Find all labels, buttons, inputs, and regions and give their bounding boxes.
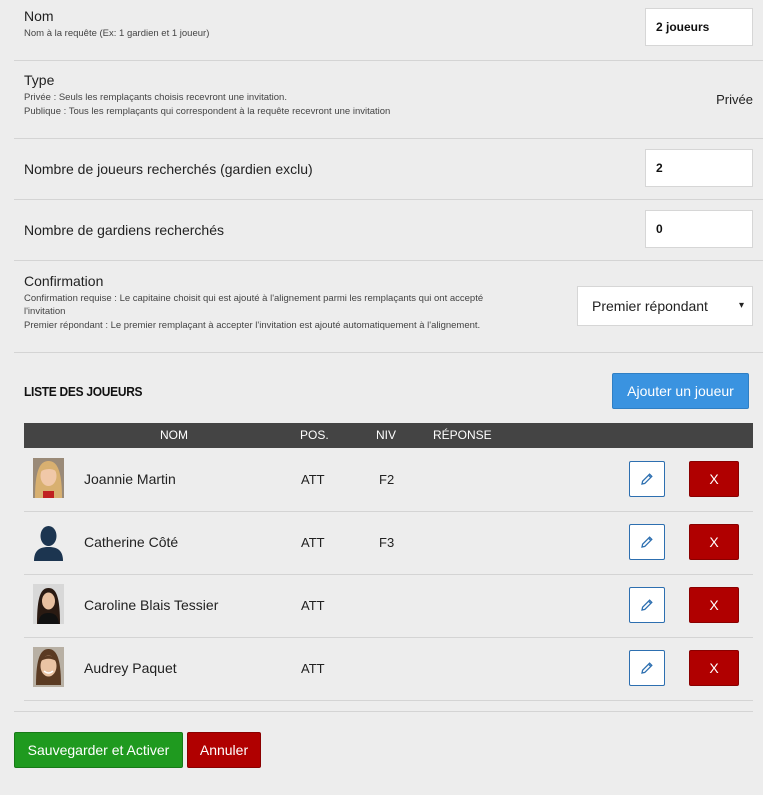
- player-name: Audrey Paquet: [84, 660, 177, 676]
- pencil-icon: [641, 536, 653, 548]
- table-row: Catherine Côté ATT F3 X: [24, 511, 753, 575]
- player-name: Joannie Martin: [84, 471, 176, 487]
- confirmation-help-required-cont: l'invitation: [24, 306, 66, 317]
- field-nb-joueurs: Nombre de joueurs recherchés (gardien ex…: [14, 139, 763, 200]
- user-silhouette-icon: [34, 526, 63, 561]
- pencil-icon: [641, 662, 653, 674]
- table-row: Audrey Paquet ATT X: [24, 637, 753, 701]
- add-player-button[interactable]: Ajouter un joueur: [612, 373, 749, 409]
- confirmation-help-first: Premier répondant : Le premier remplaçan…: [24, 320, 481, 331]
- avatar-photo-icon: [33, 458, 64, 498]
- field-nom: Nom Nom à la requête (Ex: 1 gardien et 1…: [14, 0, 763, 61]
- edit-player-button[interactable]: [629, 587, 665, 623]
- nb-gardiens-label: Nombre de gardiens recherchés: [24, 222, 224, 238]
- player-name: Catherine Côté: [84, 534, 179, 550]
- player-pos: ATT: [301, 472, 325, 487]
- confirmation-select[interactable]: Premier répondant ▾: [577, 286, 753, 326]
- save-and-activate-button[interactable]: Sauvegarder et Activer: [14, 732, 183, 768]
- field-nb-gardiens: Nombre de gardiens recherchés 0: [14, 200, 763, 261]
- confirmation-label: Confirmation: [24, 273, 104, 289]
- field-confirmation: Confirmation Confirmation requise : Le c…: [14, 261, 763, 353]
- delete-player-button[interactable]: X: [689, 524, 739, 560]
- avatar: [33, 584, 64, 624]
- players-table-header: NOM POS. NIV RÉPONSE: [24, 423, 753, 448]
- chevron-down-icon: ▾: [738, 300, 744, 311]
- delete-player-button[interactable]: X: [689, 587, 739, 623]
- confirmation-selected-value: Premier répondant: [592, 298, 708, 314]
- col-pos: POS.: [300, 428, 329, 442]
- divider: [14, 711, 753, 712]
- type-label: Type: [24, 72, 55, 88]
- cancel-button[interactable]: Annuler: [187, 732, 261, 768]
- player-pos: ATT: [301, 535, 325, 550]
- col-nom: NOM: [160, 428, 188, 442]
- avatar: [33, 521, 64, 561]
- player-pos: ATT: [301, 661, 325, 676]
- avatar-photo-icon: [33, 584, 64, 624]
- nom-label: Nom: [24, 8, 54, 24]
- nb-joueurs-input[interactable]: 2: [645, 149, 753, 187]
- col-reponse: RÉPONSE: [433, 428, 492, 442]
- edit-player-button[interactable]: [629, 524, 665, 560]
- confirmation-help-required: Confirmation requise : Le capitaine choi…: [24, 293, 484, 304]
- delete-player-button[interactable]: X: [689, 461, 739, 497]
- player-name: Caroline Blais Tessier: [84, 597, 219, 613]
- players-section-title: LISTE DES JOUEURS: [24, 384, 143, 399]
- table-row: Joannie Martin ATT F2 X: [24, 448, 753, 512]
- avatar-photo-icon: [33, 647, 64, 687]
- nb-joueurs-label: Nombre de joueurs recherchés (gardien ex…: [24, 161, 313, 177]
- type-value: Privée: [716, 92, 753, 107]
- avatar: [33, 647, 64, 687]
- table-row: Caroline Blais Tessier ATT X: [24, 574, 753, 638]
- nom-input[interactable]: 2 joueurs: [645, 8, 753, 46]
- player-niv: F3: [379, 535, 395, 550]
- edit-player-button[interactable]: [629, 461, 665, 497]
- player-niv: F2: [379, 472, 395, 487]
- type-help-public: Publique : Tous les remplaçants qui corr…: [24, 106, 391, 117]
- col-niv: NIV: [376, 428, 397, 442]
- delete-player-button[interactable]: X: [689, 650, 739, 686]
- avatar: [33, 458, 64, 498]
- player-pos: ATT: [301, 598, 325, 613]
- request-form: Nom Nom à la requête (Ex: 1 gardien et 1…: [0, 0, 763, 795]
- nb-gardiens-input[interactable]: 0: [645, 210, 753, 248]
- type-help-private: Privée : Seuls les remplaçants choisis r…: [24, 92, 287, 103]
- field-type: Type Privée : Seuls les remplaçants choi…: [14, 61, 763, 139]
- edit-player-button[interactable]: [629, 650, 665, 686]
- pencil-icon: [641, 599, 653, 611]
- pencil-icon: [641, 473, 653, 485]
- nom-help: Nom à la requête (Ex: 1 gardien et 1 jou…: [24, 28, 210, 39]
